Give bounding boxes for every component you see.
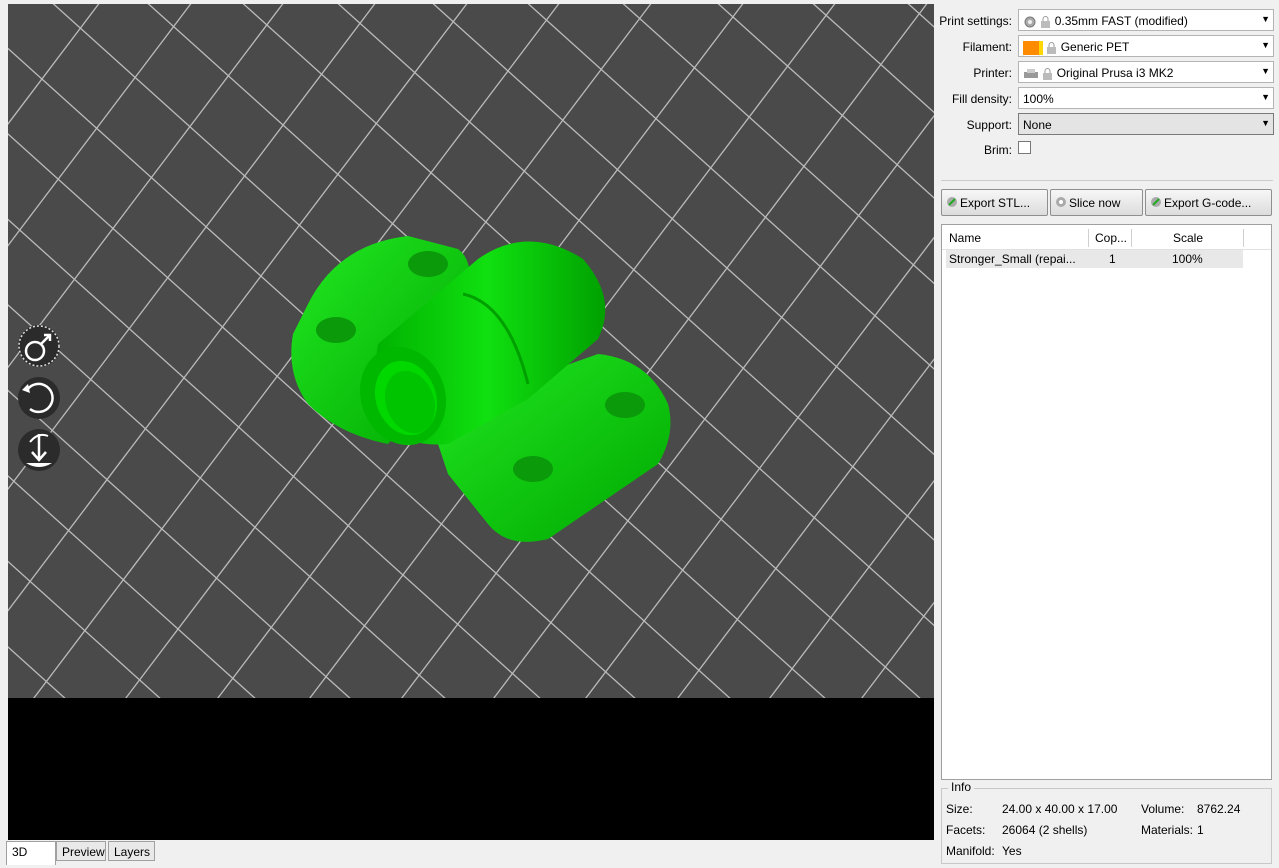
gear-icon — [1024, 16, 1036, 28]
facets-value: 26064 (2 shells) — [1002, 823, 1088, 837]
fill-density-row: Fill density: 100% ▼ — [936, 87, 1279, 111]
brim-checkbox[interactable] — [1018, 141, 1031, 154]
object-scale: 100% — [1172, 252, 1203, 266]
support-row: Support: None ▼ — [936, 113, 1279, 137]
size-value: 24.00 x 40.00 x 17.00 — [1002, 802, 1118, 816]
object-list-header: Name Cop... Scale — [942, 225, 1271, 250]
facets-label: Facets: — [946, 823, 986, 837]
object-copies: 1 — [1109, 252, 1116, 266]
tab-preview[interactable]: Preview — [56, 841, 106, 861]
column-header-name[interactable]: Name — [949, 229, 1089, 247]
export-stl-label: Export STL... — [960, 196, 1031, 210]
fill-density-select[interactable]: 100% ▼ — [1018, 87, 1274, 109]
object-list[interactable]: Name Cop... Scale Stronger_Small (repai.… — [941, 224, 1272, 780]
filament-row: Filament: Generic PET ▼ — [936, 35, 1279, 59]
scale-tool-icon[interactable] — [18, 325, 60, 367]
chevron-down-icon: ▼ — [1261, 40, 1270, 50]
slice-now-button[interactable]: Slice now — [1050, 189, 1143, 216]
printer-value: Original Prusa i3 MK2 — [1056, 66, 1174, 80]
lock-icon — [1047, 41, 1057, 54]
brim-label: Brim: — [984, 143, 1012, 157]
print-settings-row: Print settings: 0.35mm FAST (modified) ▼ — [936, 9, 1279, 33]
3d-viewport[interactable] — [8, 4, 934, 840]
volume-value: 8762.24 — [1197, 802, 1241, 816]
size-label: Size: — [946, 802, 973, 816]
column-header-copies[interactable]: Cop... — [1095, 229, 1132, 247]
rotate-tool-icon[interactable] — [18, 377, 60, 419]
export-gcode-button[interactable]: Export G-code... — [1145, 189, 1272, 216]
export-stl-button[interactable]: Export STL... — [941, 189, 1048, 216]
fill-density-label: Fill density: — [951, 92, 1012, 106]
printer-row: Printer: Original Prusa i3 MK2 ▼ — [936, 61, 1279, 85]
volume-label: Volume: — [1141, 802, 1185, 816]
tab-layers[interactable]: Layers — [108, 841, 155, 861]
print-bed-canvas[interactable] — [8, 4, 934, 840]
support-select[interactable]: None ▼ — [1018, 113, 1274, 135]
printer-label: Printer: — [973, 66, 1012, 80]
support-label: Support: — [966, 118, 1012, 132]
export-icon — [1151, 197, 1161, 207]
manifold-label: Manifold: — [946, 844, 995, 858]
materials-label: Materials: — [1141, 823, 1194, 837]
print-settings-select[interactable]: 0.35mm FAST (modified) ▼ — [1018, 9, 1274, 31]
printer-icon — [1024, 68, 1038, 78]
info-group: Info Size: 24.00 x 40.00 x 17.00 Volume:… — [941, 780, 1272, 864]
divider — [941, 180, 1273, 181]
chevron-down-icon: ▼ — [1261, 66, 1270, 76]
tab-3d[interactable]: 3D — [6, 841, 56, 865]
filament-select[interactable]: Generic PET ▼ — [1018, 35, 1274, 57]
manifold-value: Yes — [1002, 844, 1022, 858]
chevron-down-icon: ▼ — [1261, 92, 1270, 102]
lay-flat-tool-icon[interactable] — [18, 429, 60, 471]
export-icon — [947, 197, 957, 207]
filament-label: Filament: — [962, 40, 1012, 54]
export-gcode-label: Export G-code... — [1164, 196, 1252, 210]
chevron-down-icon: ▼ — [1261, 118, 1270, 128]
chevron-down-icon: ▼ — [1261, 14, 1270, 24]
slice-icon — [1056, 197, 1066, 207]
slice-now-label: Slice now — [1069, 196, 1121, 210]
printer-select[interactable]: Original Prusa i3 MK2 ▼ — [1018, 61, 1274, 83]
materials-value: 1 — [1197, 823, 1204, 837]
object-name: Stronger_Small (repai... — [949, 252, 1076, 266]
lock-icon — [1041, 15, 1051, 28]
column-header-scale[interactable]: Scale — [1173, 229, 1244, 247]
fill-density-value: 100% — [1023, 92, 1054, 106]
support-value: None — [1023, 118, 1052, 132]
print-settings-value: 0.35mm FAST (modified) — [1054, 14, 1188, 28]
print-settings-label: Print settings: — [939, 14, 1012, 28]
lock-icon — [1043, 67, 1053, 80]
info-title: Info — [948, 780, 975, 794]
filament-value: Generic PET — [1060, 40, 1130, 54]
brim-row: Brim: — [936, 138, 1279, 162]
filament-color-swatch — [1023, 40, 1043, 55]
table-row[interactable]: Stronger_Small (repai... 1 100% — [946, 250, 1243, 268]
